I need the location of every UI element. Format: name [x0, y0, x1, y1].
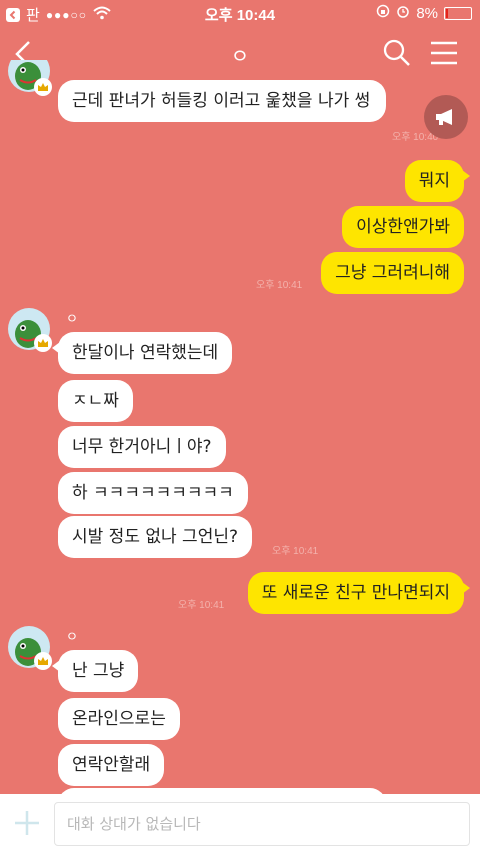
message-bubble-incoming[interactable]: 온라인으로는 — [58, 698, 180, 740]
message-text: 근데 판녀가 허들킹 이러고 욽챘을 나가 썽 — [72, 91, 371, 111]
message-bubble-outgoing[interactable]: 또 새로운 친구 만나면되지 — [247, 572, 471, 614]
message-timestamp: 오후 10:41 — [178, 600, 225, 611]
message-text: 난 그냥 — [72, 661, 125, 681]
sender-name: ㅇ — [66, 630, 78, 645]
message-bubble-incoming[interactable]: 한달이나 연락했는데 — [51, 332, 233, 374]
crown-icon — [34, 652, 52, 670]
message-text: 너무 한거아니ㅣ야? — [72, 437, 212, 457]
input-bar: 대화 상대가 없습니다 — [0, 794, 480, 854]
message-bubble-incoming[interactable]: 연락안할래 — [58, 744, 165, 786]
orientation-lock-icon — [376, 4, 390, 22]
message-text: 연락안할래 — [72, 755, 151, 775]
message-text: 뭐지 — [418, 171, 450, 191]
message-text: 그냥 그러려니해 — [335, 263, 450, 283]
megaphone-icon[interactable] — [424, 95, 468, 139]
message-text: 시발 정도 없나 그언닌? — [72, 527, 238, 547]
message-bubble-incoming[interactable]: 너무 한거아니ㅣ야? — [58, 426, 226, 468]
crown-icon — [34, 78, 52, 96]
alarm-icon — [396, 4, 410, 22]
sender-name: ㅇ — [66, 312, 78, 327]
message-timestamp: 오후 10:41 — [272, 546, 319, 557]
message-bubble-incoming[interactable]: 시발 정도 없나 그언닌? — [58, 516, 252, 558]
message-bubble-incoming[interactable]: 난 그냥 — [51, 650, 139, 692]
message-bubble-outgoing[interactable]: 그냥 그러려니해 — [321, 252, 464, 294]
message-input[interactable]: 대화 상대가 없습니다 — [54, 802, 470, 846]
message-bubble-incoming[interactable]: ㅈㄴ짜 — [58, 380, 133, 422]
message-text: 한달이나 연락했는데 — [72, 343, 219, 363]
message-text: 온라인으로는 — [72, 709, 166, 729]
message-text: 하 ㅋㅋㅋㅋㅋㅋㅋㅋㅋ — [72, 483, 234, 503]
crown-icon — [34, 334, 52, 352]
message-text: ㅈㄴ짜 — [72, 391, 119, 411]
message-bubble-incoming[interactable]: 근데 판녀가 허들킹 이러고 욽챘을 나가 썽 — [58, 80, 386, 122]
message-timestamp: 오후 10:41 — [256, 280, 303, 291]
plus-icon[interactable] — [12, 808, 42, 838]
battery-icon — [444, 6, 472, 20]
message-bubble-incoming[interactable]: 하 ㅋㅋㅋㅋㅋㅋㅋㅋㅋ — [58, 472, 248, 514]
status-bar: 판 ●●●○○ 오후 10:44 8% — [0, 0, 480, 26]
message-bubble-outgoing[interactable]: 뭐지 — [404, 160, 471, 202]
message-list[interactable]: 근데 판녀가 허들킹 이러고 욽챘을 나가 썽 오후 10:40 뭐지 이상한앤… — [0, 60, 480, 794]
message-bubble-outgoing[interactable]: 이상한앤가봐 — [342, 206, 464, 248]
message-text: 이상한앤가봐 — [356, 217, 450, 237]
message-text: 또 새로운 친구 만나면되지 — [261, 583, 450, 603]
battery-percent: 8% — [416, 4, 438, 22]
